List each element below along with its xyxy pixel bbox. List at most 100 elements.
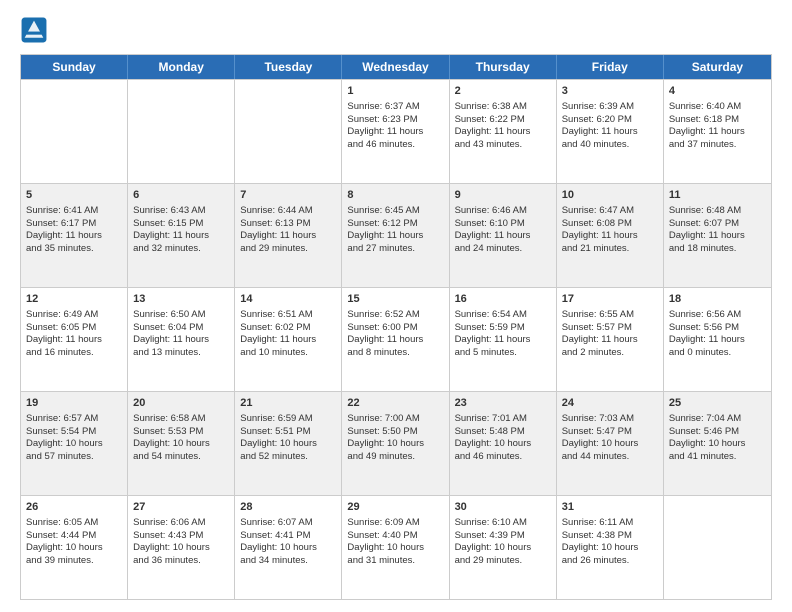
cal-cell-r2-c4: 16Sunrise: 6:54 AMSunset: 5:59 PMDayligh…	[450, 288, 557, 391]
day-info-line: Sunrise: 6:55 AM	[562, 309, 658, 322]
day-info-line: and 41 minutes.	[669, 451, 766, 464]
day-number: 12	[26, 292, 122, 307]
day-info-line: Sunset: 5:57 PM	[562, 322, 658, 335]
day-number: 26	[26, 500, 122, 515]
day-info-line: Sunset: 6:15 PM	[133, 218, 229, 231]
day-number: 9	[455, 188, 551, 203]
day-info-line: Sunrise: 6:57 AM	[26, 413, 122, 426]
calendar-row-1: 5Sunrise: 6:41 AMSunset: 6:17 PMDaylight…	[21, 183, 771, 287]
day-number: 29	[347, 500, 443, 515]
day-info-line: Daylight: 10 hours	[562, 438, 658, 451]
day-info-line: Sunrise: 7:01 AM	[455, 413, 551, 426]
cal-cell-r1-c6: 11Sunrise: 6:48 AMSunset: 6:07 PMDayligh…	[664, 184, 771, 287]
day-info-line: and 37 minutes.	[669, 139, 766, 152]
day-number: 10	[562, 188, 658, 203]
cal-cell-r4-c3: 29Sunrise: 6:09 AMSunset: 4:40 PMDayligh…	[342, 496, 449, 599]
day-info-line: Daylight: 10 hours	[347, 438, 443, 451]
header-day-tuesday: Tuesday	[235, 55, 342, 79]
header-day-monday: Monday	[128, 55, 235, 79]
day-info-line: Sunrise: 6:54 AM	[455, 309, 551, 322]
cal-cell-r1-c1: 6Sunrise: 6:43 AMSunset: 6:15 PMDaylight…	[128, 184, 235, 287]
cal-cell-r2-c0: 12Sunrise: 6:49 AMSunset: 6:05 PMDayligh…	[21, 288, 128, 391]
day-info-line: Daylight: 11 hours	[26, 334, 122, 347]
day-info-line: and 44 minutes.	[562, 451, 658, 464]
day-info-line: Sunrise: 7:00 AM	[347, 413, 443, 426]
day-number: 8	[347, 188, 443, 203]
day-info-line: Sunrise: 6:10 AM	[455, 517, 551, 530]
cal-cell-r0-c3: 1Sunrise: 6:37 AMSunset: 6:23 PMDaylight…	[342, 80, 449, 183]
cal-cell-r2-c3: 15Sunrise: 6:52 AMSunset: 6:00 PMDayligh…	[342, 288, 449, 391]
day-number: 15	[347, 292, 443, 307]
day-info-line: Sunrise: 6:11 AM	[562, 517, 658, 530]
cal-cell-r1-c0: 5Sunrise: 6:41 AMSunset: 6:17 PMDaylight…	[21, 184, 128, 287]
header-day-friday: Friday	[557, 55, 664, 79]
calendar: SundayMondayTuesdayWednesdayThursdayFrid…	[20, 54, 772, 600]
cal-cell-r4-c5: 31Sunrise: 6:11 AMSunset: 4:38 PMDayligh…	[557, 496, 664, 599]
day-info-line: Daylight: 11 hours	[240, 334, 336, 347]
day-info-line: Daylight: 10 hours	[240, 542, 336, 555]
cal-cell-r0-c4: 2Sunrise: 6:38 AMSunset: 6:22 PMDaylight…	[450, 80, 557, 183]
day-info-line: Sunrise: 7:04 AM	[669, 413, 766, 426]
day-info-line: Daylight: 11 hours	[455, 334, 551, 347]
cal-cell-r4-c6	[664, 496, 771, 599]
day-number: 7	[240, 188, 336, 203]
cal-cell-r1-c3: 8Sunrise: 6:45 AMSunset: 6:12 PMDaylight…	[342, 184, 449, 287]
day-info-line: and 52 minutes.	[240, 451, 336, 464]
day-info-line: Sunset: 6:17 PM	[26, 218, 122, 231]
day-info-line: Daylight: 11 hours	[669, 334, 766, 347]
day-info-line: Daylight: 11 hours	[455, 230, 551, 243]
day-info-line: Sunset: 5:54 PM	[26, 426, 122, 439]
day-info-line: Daylight: 11 hours	[669, 230, 766, 243]
cal-cell-r4-c1: 27Sunrise: 6:06 AMSunset: 4:43 PMDayligh…	[128, 496, 235, 599]
calendar-row-0: 1Sunrise: 6:37 AMSunset: 6:23 PMDaylight…	[21, 79, 771, 183]
day-info-line: Sunset: 4:43 PM	[133, 530, 229, 543]
day-info-line: Sunset: 6:04 PM	[133, 322, 229, 335]
day-info-line: and 32 minutes.	[133, 243, 229, 256]
day-info-line: Daylight: 11 hours	[133, 334, 229, 347]
day-number: 2	[455, 84, 551, 99]
day-number: 16	[455, 292, 551, 307]
day-number: 23	[455, 396, 551, 411]
day-info-line: Daylight: 10 hours	[347, 542, 443, 555]
day-info-line: Sunset: 6:02 PM	[240, 322, 336, 335]
cal-cell-r1-c4: 9Sunrise: 6:46 AMSunset: 6:10 PMDaylight…	[450, 184, 557, 287]
day-info-line: and 57 minutes.	[26, 451, 122, 464]
day-number: 24	[562, 396, 658, 411]
day-info-line: Daylight: 10 hours	[240, 438, 336, 451]
day-info-line: Sunset: 5:53 PM	[133, 426, 229, 439]
day-info-line: Daylight: 10 hours	[455, 542, 551, 555]
cal-cell-r0-c6: 4Sunrise: 6:40 AMSunset: 6:18 PMDaylight…	[664, 80, 771, 183]
day-info-line: and 36 minutes.	[133, 555, 229, 568]
day-info-line: and 24 minutes.	[455, 243, 551, 256]
day-info-line: Sunrise: 6:51 AM	[240, 309, 336, 322]
cal-cell-r2-c1: 13Sunrise: 6:50 AMSunset: 6:04 PMDayligh…	[128, 288, 235, 391]
cal-cell-r3-c5: 24Sunrise: 7:03 AMSunset: 5:47 PMDayligh…	[557, 392, 664, 495]
day-info-line: Daylight: 10 hours	[455, 438, 551, 451]
day-number: 13	[133, 292, 229, 307]
day-number: 27	[133, 500, 229, 515]
day-info-line: and 46 minutes.	[455, 451, 551, 464]
day-info-line: and 21 minutes.	[562, 243, 658, 256]
day-info-line: Sunrise: 6:39 AM	[562, 101, 658, 114]
day-info-line: Sunrise: 6:47 AM	[562, 205, 658, 218]
logo-icon	[20, 16, 48, 44]
day-info-line: Daylight: 11 hours	[562, 230, 658, 243]
day-info-line: Sunset: 4:38 PM	[562, 530, 658, 543]
day-info-line: Sunset: 5:48 PM	[455, 426, 551, 439]
day-number: 11	[669, 188, 766, 203]
day-info-line: Sunset: 6:20 PM	[562, 114, 658, 127]
day-info-line: and 54 minutes.	[133, 451, 229, 464]
page: SundayMondayTuesdayWednesdayThursdayFrid…	[0, 0, 792, 612]
header	[20, 16, 772, 44]
day-info-line: Daylight: 11 hours	[347, 230, 443, 243]
day-info-line: Sunset: 6:23 PM	[347, 114, 443, 127]
day-info-line: Sunrise: 6:41 AM	[26, 205, 122, 218]
day-number: 20	[133, 396, 229, 411]
day-info-line: and 40 minutes.	[562, 139, 658, 152]
calendar-row-4: 26Sunrise: 6:05 AMSunset: 4:44 PMDayligh…	[21, 495, 771, 599]
day-info-line: Daylight: 11 hours	[455, 126, 551, 139]
day-number: 31	[562, 500, 658, 515]
day-number: 17	[562, 292, 658, 307]
day-info-line: Daylight: 10 hours	[669, 438, 766, 451]
day-info-line: Daylight: 11 hours	[240, 230, 336, 243]
